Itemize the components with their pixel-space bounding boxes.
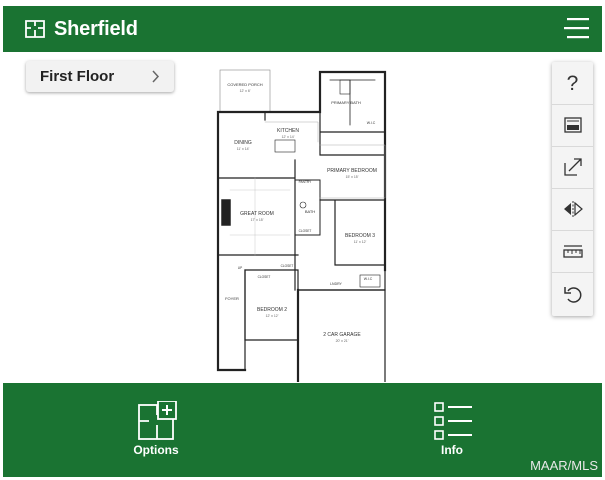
room-label: CLOSET (281, 264, 294, 268)
room-dims: 12' x 6' (240, 89, 251, 93)
page-title: Sherfield (54, 18, 138, 40)
plan-toolbar: ? (552, 62, 593, 316)
options-button[interactable]: Options (96, 383, 216, 477)
help-button[interactable]: ? (552, 62, 593, 105)
room-label: PANTRY (299, 180, 313, 184)
info-label: Info (441, 443, 463, 457)
undo-button[interactable] (552, 272, 593, 316)
hamburger-menu-icon[interactable] (564, 16, 590, 40)
room-dims: 12' x 12' (266, 314, 279, 318)
floor-plan: COVERED PORCH 12' x 6' PRIMARY BATH W.I.… (216, 69, 387, 382)
room-label: PRIMARY BATH (331, 100, 361, 105)
bottom-bar: Options Info MAAR/MLS (3, 383, 602, 477)
undo-icon (563, 287, 581, 303)
chevron-right-icon (152, 70, 160, 83)
room-dims: 11' x 14' (237, 147, 250, 151)
measure-ruler-icon (562, 245, 583, 258)
expand-icon (563, 158, 582, 176)
app-header: Sherfield (3, 6, 602, 52)
room-label: CLOSET (258, 275, 271, 279)
mirror-flip-icon (563, 201, 583, 217)
options-layout-icon (138, 401, 177, 440)
info-button[interactable]: Info (392, 383, 512, 477)
room-label: BATH (305, 209, 315, 214)
room-label: DINING (234, 140, 252, 146)
room-label: COVERED PORCH (227, 82, 262, 87)
floor-selector[interactable]: First Floor (26, 61, 174, 92)
furniture-view-button[interactable] (552, 104, 593, 147)
expand-button[interactable] (552, 146, 593, 189)
mirror-flip-button[interactable] (552, 188, 593, 231)
room-label: FOYER (225, 296, 239, 301)
room-label: GREAT ROOM (240, 211, 274, 217)
room-label: PRIMARY BEDROOM (327, 168, 377, 174)
floor-selector-label: First Floor (40, 68, 115, 85)
room-dims: 17' x 15' (251, 218, 264, 222)
room-dims: 11' x 12' (354, 240, 367, 244)
room-label: KITCHEN (277, 128, 299, 134)
room-label: LNDRY (330, 282, 342, 286)
room-dims: 20' x 21' (336, 339, 349, 343)
room-label: W.I.C (364, 277, 373, 281)
measure-button[interactable] (552, 230, 593, 273)
room-label: BEDROOM 3 (345, 233, 375, 239)
watermark: MAAR/MLS (530, 458, 598, 473)
room-label: 2 CAR GARAGE (323, 332, 361, 338)
room-label: W.I.C (367, 121, 376, 125)
options-label: Options (133, 443, 179, 457)
room-label: CLOSET (299, 229, 312, 233)
room-dims: 15' x 15' (346, 175, 359, 179)
help-icon: ? (566, 71, 579, 95)
room-label: BEDROOM 2 (257, 307, 287, 313)
room-dims: 12' x 14' (282, 135, 295, 139)
list-info-icon (434, 402, 472, 440)
room-label: UP (238, 266, 242, 270)
furniture-view-icon (563, 117, 582, 133)
floorplan-icon (25, 20, 45, 38)
